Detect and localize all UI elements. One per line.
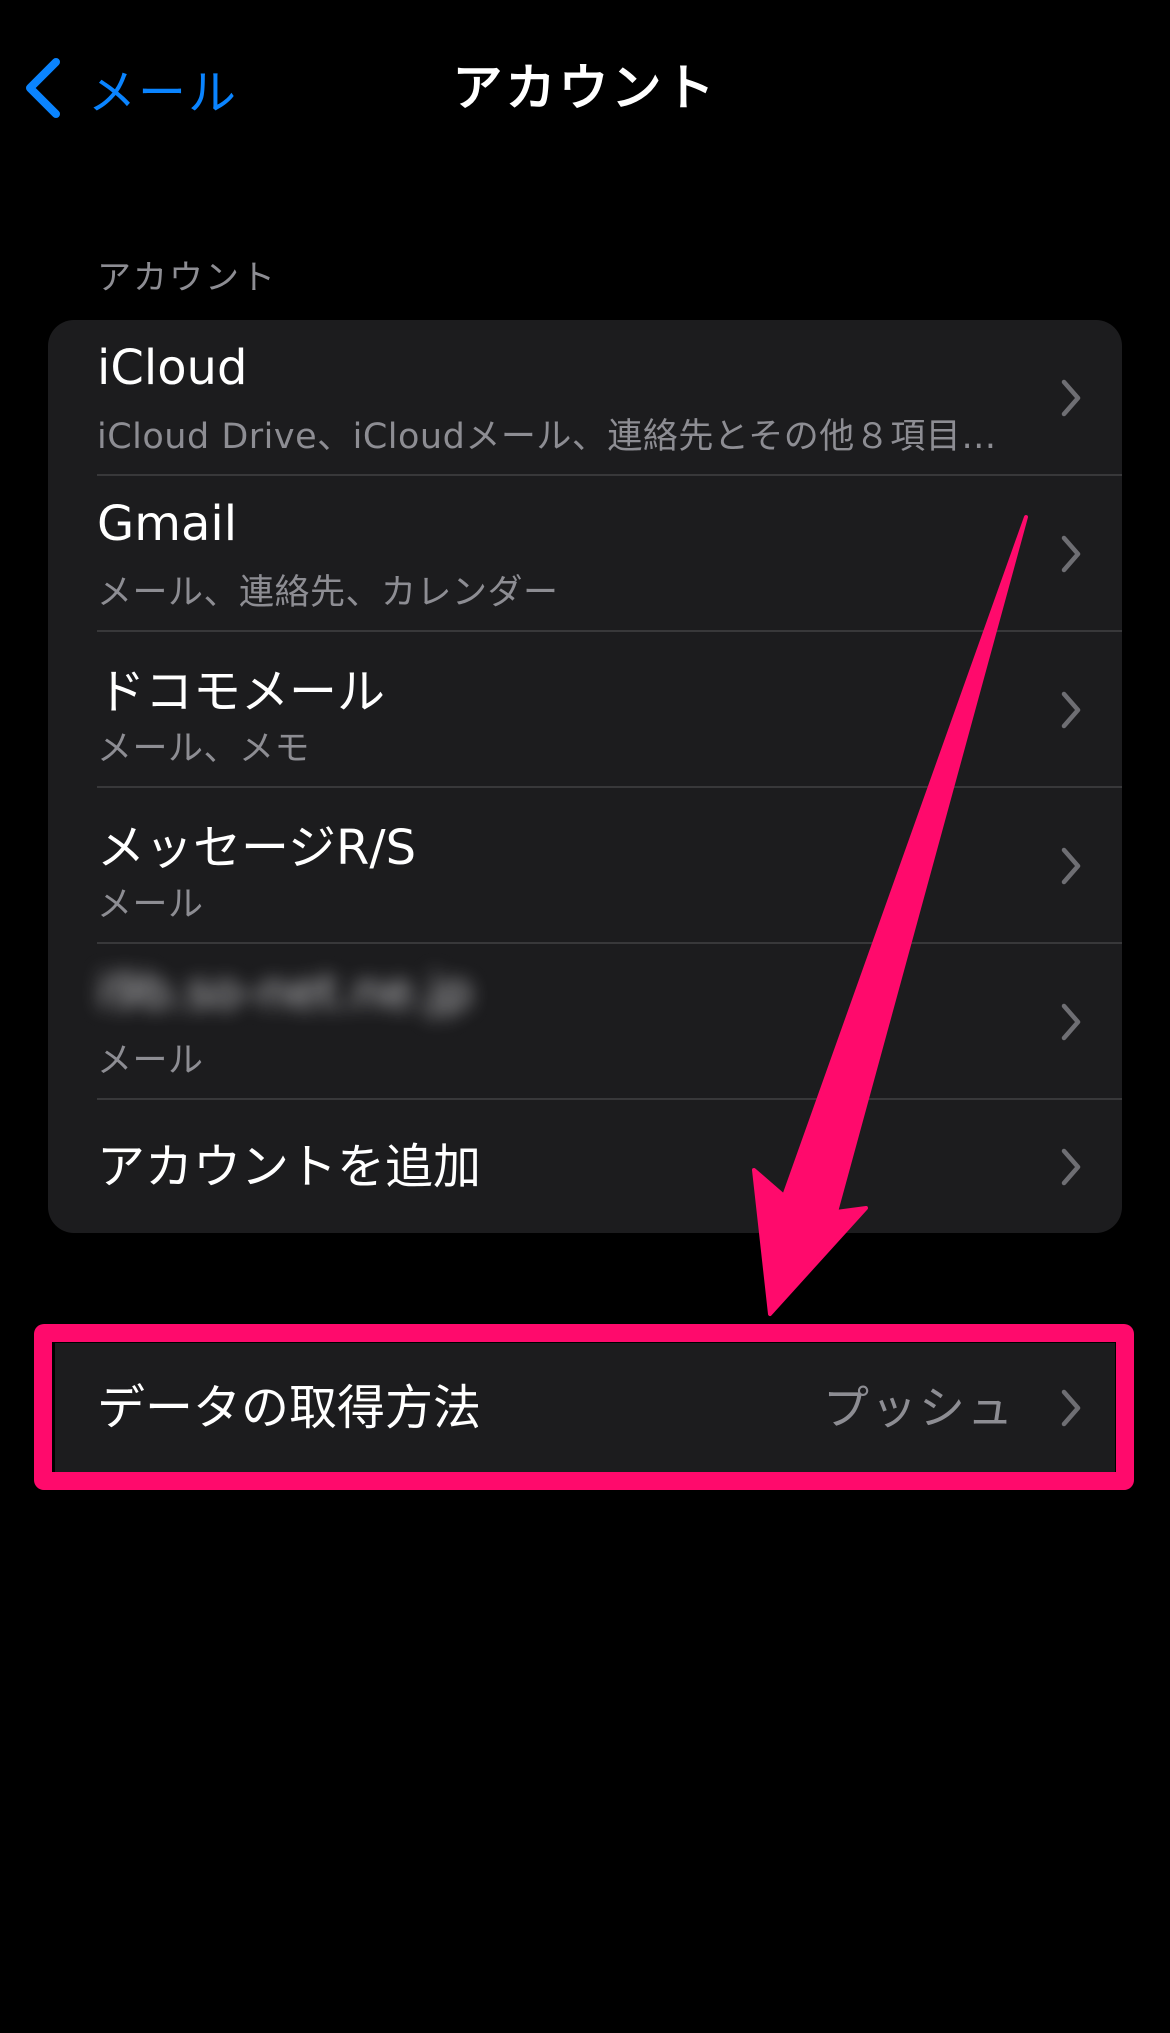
chevron-right-icon [1061, 1148, 1081, 1186]
account-row-icloud[interactable]: iCloud iCloud Drive、iCloudメール、連絡先とその他８項目… [48, 320, 1122, 476]
account-subtitle: メール [97, 885, 204, 925]
chevron-right-icon [1061, 1389, 1081, 1427]
fetch-new-data-value: プッシュ [823, 1381, 1015, 1435]
add-account-label: アカウントを追加 [97, 1139, 482, 1195]
accounts-list: iCloud iCloud Drive、iCloudメール、連絡先とその他８項目… [48, 320, 1122, 1233]
account-row-message-rs[interactable]: メッセージR/S メール [48, 788, 1122, 944]
chevron-right-icon [1061, 379, 1081, 417]
accounts-section-header: アカウント [97, 258, 277, 298]
add-account-button[interactable]: アカウントを追加 [48, 1100, 1122, 1233]
account-title: iCloud [97, 340, 248, 396]
account-subtitle: メール、メモ [97, 729, 311, 769]
page-title: アカウント [452, 59, 718, 117]
account-title: メッセージR/S [97, 820, 417, 876]
account-title: ドコモメール [97, 664, 386, 720]
account-title: i9b.so-net.ne.jp [97, 964, 473, 1020]
account-subtitle: メール、連絡先、カレンダー [97, 573, 559, 613]
account-row-gmail[interactable]: Gmail メール、連絡先、カレンダー [48, 476, 1122, 632]
chevron-right-icon [1061, 691, 1081, 729]
account-row-docomo-mail[interactable]: ドコモメール メール、メモ [48, 632, 1122, 788]
account-title: Gmail [97, 496, 238, 552]
chevron-right-icon [1061, 847, 1081, 885]
chevron-right-icon [1061, 1003, 1081, 1041]
navigation-bar: メール アカウント [0, 0, 1170, 175]
fetch-new-data-label: データの取得方法 [97, 1380, 482, 1436]
account-row-blurred[interactable]: i9b.so-net.ne.jp メール [48, 944, 1122, 1100]
account-subtitle: iCloud Drive、iCloudメール、連絡先とその他８項目… [97, 417, 997, 457]
chevron-right-icon [1061, 535, 1081, 573]
fetch-new-data-row[interactable]: データの取得方法 プッシュ [55, 1343, 1115, 1473]
account-subtitle: メール [97, 1041, 204, 1081]
